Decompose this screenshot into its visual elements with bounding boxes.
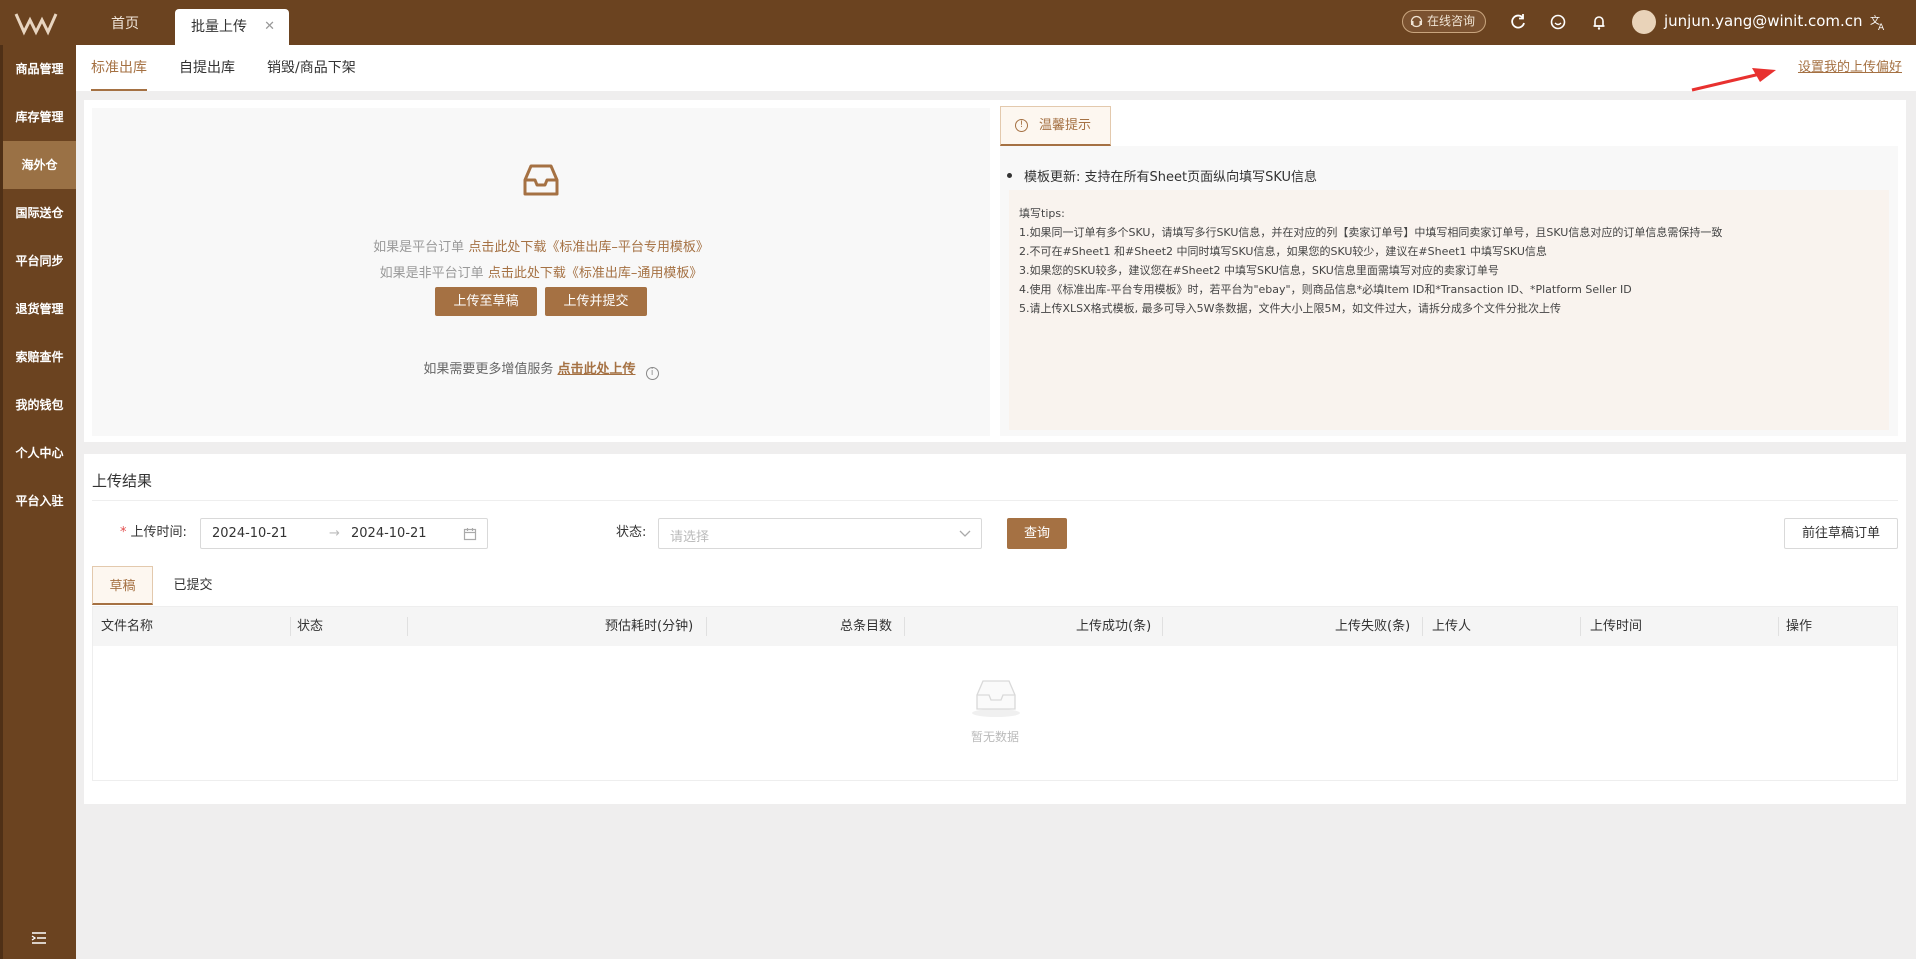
general-template-download-link[interactable]: 点击此处下载《标准出库–通用模板》: [488, 266, 703, 281]
translate-icon[interactable]: 文A: [1868, 12, 1888, 32]
template-update-note: 模板更新: 支持在所有Sheet页面纵向填写SKU信息: [1006, 166, 1317, 185]
date-range-picker[interactable]: 2024-10-21 → 2024-10-21: [200, 518, 488, 549]
upload-preference-link[interactable]: 设置我的上传偏好: [1798, 45, 1902, 91]
date-from[interactable]: 2024-10-21: [212, 526, 288, 541]
sidebar-item-overseas-warehouse[interactable]: 海外仓: [3, 141, 76, 189]
required-mark: *: [120, 525, 127, 540]
tips-box: 填写tips: 1.如果同一订单有多个SKU，请填写多行SKU信息，并在对应的列…: [1009, 190, 1889, 430]
refresh-icon[interactable]: [1508, 12, 1528, 32]
tab-standard-outbound[interactable]: 标准出库: [91, 45, 147, 91]
tab-tips[interactable]: ! 温馨提示: [1000, 106, 1111, 146]
logo-icon[interactable]: [14, 10, 58, 36]
online-consult-label: 在线咨询: [1427, 14, 1476, 28]
col-status: 状态: [297, 619, 324, 634]
svg-text:A: A: [1878, 23, 1885, 32]
sidebar-item-product[interactable]: 商品管理: [3, 45, 76, 93]
upload-to-draft-button[interactable]: 上传至草稿: [435, 287, 537, 316]
platform-template-line: 如果是平台订单 点击此处下载《标准出库–平台专用模板》: [92, 236, 990, 255]
col-estimated-time: 预估耗时(分钟): [605, 619, 694, 634]
headset-icon: [1410, 15, 1423, 28]
col-upload-success: 上传成功(条): [1076, 619, 1152, 634]
sidebar-item-platform-sync[interactable]: 平台同步: [3, 237, 76, 285]
tab-destroy-delist[interactable]: 销毁/商品下架: [267, 45, 356, 91]
query-button[interactable]: 查询: [1007, 518, 1067, 549]
column-separator: [1162, 617, 1163, 636]
table-header: 文件名称 状态 预估耗时(分钟) 总条目数 上传成功(条) 上传失败(条) 上传…: [93, 607, 1897, 646]
column-separator: [1580, 617, 1581, 636]
tab-batch-upload[interactable]: 批量上传 ✕: [175, 9, 289, 45]
tab-home[interactable]: 首页: [88, 0, 162, 45]
tab-draft[interactable]: 草稿: [92, 566, 153, 605]
tips-line: 1.如果同一订单有多个SKU，请填写多行SKU信息，并在对应的列【卖家订单号】中…: [1019, 226, 1723, 239]
sidebar-item-inventory[interactable]: 库存管理: [3, 93, 76, 141]
sub-tab-bar: 标准出库 自提出库 销毁/商品下架 设置我的上传偏好: [76, 45, 1916, 91]
col-actions: 操作: [1786, 619, 1813, 634]
column-separator: [407, 617, 408, 636]
col-upload-time: 上传时间: [1590, 619, 1643, 634]
tips-line: 2.不可在#Sheet1 和#Sheet2 中同时填写SKU信息，如果您的SKU…: [1019, 245, 1547, 258]
column-separator: [706, 617, 707, 636]
go-to-draft-orders-button[interactable]: 前往草稿订单: [1784, 518, 1898, 549]
tips-title: 填写tips:: [1019, 207, 1065, 220]
value-added-upload-link[interactable]: 点击此处上传: [558, 362, 636, 377]
results-table: 文件名称 状态 预估耗时(分钟) 总条目数 上传成功(条) 上传失败(条) 上传…: [92, 606, 1898, 781]
tips-line: 3.如果您的SKU较多，建议您在#Sheet2 中填写SKU信息，SKU信息里面…: [1019, 264, 1499, 277]
sidebar-item-claims[interactable]: 索赔查件: [3, 333, 76, 381]
status-select[interactable]: 请选择: [658, 518, 982, 549]
avatar[interactable]: [1632, 10, 1656, 34]
calendar-icon[interactable]: [463, 527, 477, 541]
range-arrow: →: [329, 526, 340, 541]
general-template-line: 如果是非平台订单 点击此处下载《标准出库–通用模板》: [92, 262, 990, 281]
sidebar-item-profile[interactable]: 个人中心: [3, 429, 76, 477]
info-icon[interactable]: i: [645, 367, 659, 380]
upload-time-label: * 上传时间:: [120, 524, 187, 542]
tips-line: 5.请上传XLSX格式模板, 最多可导入5W条数据，文件大小上限5M，如文件过大…: [1019, 302, 1562, 315]
upload-and-submit-button[interactable]: 上传并提交: [545, 287, 647, 316]
menu-collapse-icon[interactable]: [31, 931, 47, 945]
col-upload-failed: 上传失败(条): [1335, 619, 1411, 634]
bell-icon[interactable]: [1589, 12, 1609, 32]
column-separator: [1778, 617, 1779, 636]
column-separator: [904, 617, 905, 636]
date-to[interactable]: 2024-10-21: [351, 526, 427, 541]
status-label: 状态:: [616, 525, 647, 540]
column-separator: [290, 617, 291, 636]
col-file-name: 文件名称: [101, 619, 154, 634]
user-email[interactable]: junjun.yang@winit.com.cn: [1664, 10, 1863, 32]
inbox-icon: [523, 164, 559, 196]
close-icon[interactable]: ✕: [264, 9, 275, 45]
tab-submitted[interactable]: 已提交: [162, 566, 224, 605]
sidebar: 商品管理 库存管理 海外仓 国际送仓 平台同步 退货管理 索赔查件 我的钱包 个…: [0, 45, 76, 959]
tab-batch-upload-label: 批量上传: [191, 19, 247, 35]
status-select-placeholder: 请选择: [670, 530, 710, 545]
platform-template-prefix: 如果是平台订单: [373, 240, 465, 255]
results-title: 上传结果: [92, 472, 153, 490]
platform-template-download-link[interactable]: 点击此处下载《标准出库–平台专用模板》: [468, 240, 709, 255]
tips-line: 4.使用《标准出库-平台专用模板》时，若平台为"ebay"，则商品信息*必填It…: [1019, 283, 1632, 296]
smile-icon[interactable]: [1548, 12, 1568, 32]
tips-area: 模板更新: 支持在所有Sheet页面纵向填写SKU信息 填写tips: 1.如果…: [1000, 146, 1898, 436]
value-added-service-line: 如果需要更多增值服务 点击此处上传 i: [92, 358, 990, 380]
empty-box-icon: [972, 680, 1020, 717]
sidebar-item-intl-delivery[interactable]: 国际送仓: [3, 189, 76, 237]
value-added-prefix: 如果需要更多增值服务: [423, 362, 554, 377]
top-bar: 首页 批量上传 ✕ 在线咨询 junjun.yang@winit.com.cn …: [0, 0, 1916, 45]
sidebar-item-returns[interactable]: 退货管理: [3, 285, 76, 333]
column-separator: [1422, 617, 1423, 636]
tab-tips-label: 温馨提示: [1039, 118, 1092, 133]
divider: [92, 500, 1898, 501]
tab-self-pickup-outbound[interactable]: 自提出库: [179, 45, 235, 91]
upload-time-label-text: 上传时间:: [130, 525, 187, 540]
online-consult-button[interactable]: 在线咨询: [1402, 10, 1486, 33]
col-total-entries: 总条目数: [840, 619, 893, 634]
chevron-down-icon: [959, 530, 971, 537]
info-icon: !: [1015, 119, 1028, 132]
empty-state-text: 暂无数据: [970, 730, 1019, 744]
upload-area: 如果是平台订单 点击此处下载《标准出库–平台专用模板》 如果是非平台订单 点击此…: [92, 108, 990, 436]
sidebar-item-platform-onboarding[interactable]: 平台入驻: [3, 477, 76, 525]
col-uploader: 上传人: [1432, 619, 1472, 634]
general-template-prefix: 如果是非平台订单: [379, 266, 484, 281]
sidebar-item-wallet[interactable]: 我的钱包: [3, 381, 76, 429]
red-arrow-annotation: [1691, 68, 1776, 92]
